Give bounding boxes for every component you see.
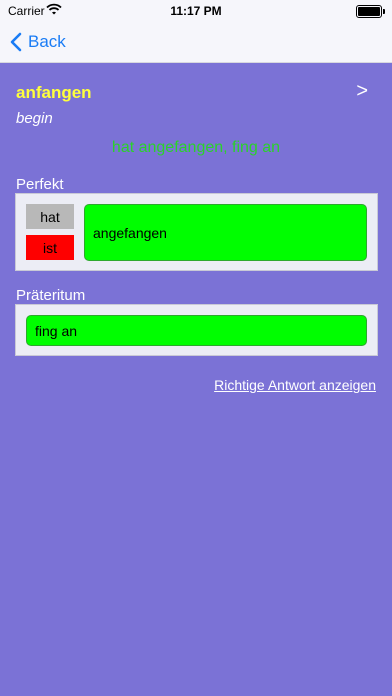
show-correct-answer-link[interactable]: Richtige Antwort anzeigen — [214, 377, 376, 393]
back-label: Back — [28, 32, 66, 51]
status-bar: Carrier 11:17 PM — [0, 0, 392, 22]
correct-answer-text: hat angefangen, fing an — [111, 139, 281, 156]
next-verb-button[interactable]: > — [356, 80, 368, 103]
prateritum-panel — [15, 304, 378, 356]
aux-hat-button[interactable]: hat — [26, 204, 74, 229]
participle-input[interactable] — [84, 204, 367, 261]
prateritum-input[interactable] — [26, 315, 367, 346]
verb-title: anfangen — [16, 83, 92, 102]
perfekt-panel: hat ist — [15, 193, 378, 271]
battery-icon — [356, 5, 385, 18]
aux-ist-button[interactable]: ist — [26, 235, 74, 260]
prateritum-label: Präteritum — [16, 287, 86, 304]
chevron-left-icon — [10, 32, 22, 52]
navigation-bar: Back — [0, 22, 392, 63]
back-button[interactable]: Back — [10, 28, 66, 56]
verb-translation: begin — [16, 110, 53, 127]
perfekt-label: Perfekt — [16, 176, 64, 193]
clock: 11:17 PM — [170, 4, 222, 18]
